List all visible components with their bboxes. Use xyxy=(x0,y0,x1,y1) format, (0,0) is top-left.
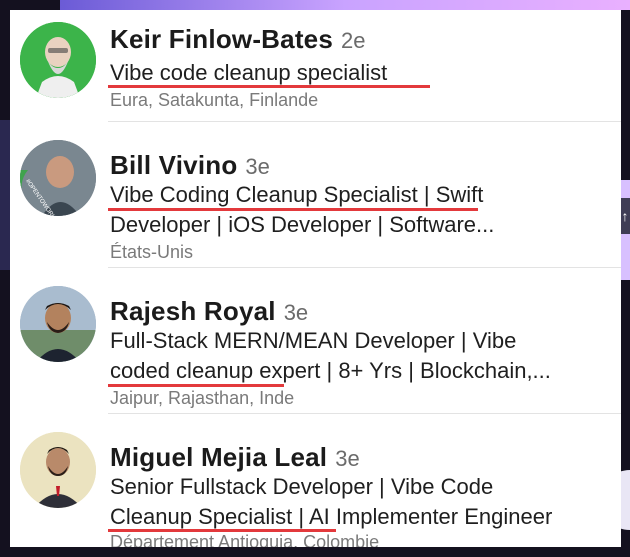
search-result-item[interactable]: Miguel Mejia Leal 3e Senior Fullstack Dev… xyxy=(10,414,621,547)
scroll-up-arrow-icon[interactable]: ↑ xyxy=(620,198,630,234)
profile-location: Eura, Satakunta, Finlande xyxy=(110,90,319,110)
red-underline-annotation xyxy=(108,384,284,387)
search-result-item[interactable]: Keir Finlow-Bates 2e Vibe code cleanup sp… xyxy=(10,10,621,122)
profile-name[interactable]: Miguel Mejia Leal xyxy=(110,442,327,472)
profile-headline-line: Cleanup Specialist | AI Implementer Engi… xyxy=(110,504,553,529)
profile-name[interactable]: Keir Finlow-Bates xyxy=(110,24,333,54)
avatar[interactable]: #OPENTOWORK xyxy=(20,140,96,216)
avatar[interactable] xyxy=(20,432,96,508)
profile-headline-line: Developer | iOS Developer | Software... xyxy=(110,212,495,237)
profile-location: Département Antioquia, Colombie xyxy=(110,532,380,547)
man-open-to-work-avatar: #OPENTOWORK xyxy=(20,140,96,216)
bearded-man-green-avatar xyxy=(20,22,96,98)
profile-name[interactable]: Bill Vivino xyxy=(110,150,237,180)
man-suit-avatar xyxy=(20,432,96,508)
profile-headline-line: Full-Stack MERN/MEAN Developer | Vibe xyxy=(110,328,517,353)
profile-headline-line: Vibe Coding Cleanup Specialist | Swift xyxy=(110,182,484,207)
connection-degree: 3e xyxy=(245,154,270,179)
search-result-item[interactable]: #OPENTOWORK Bill Vivino 3e Vibe Coding Cl… xyxy=(10,122,621,268)
search-results-card: Keir Finlow-Bates 2e Vibe code cleanup sp… xyxy=(10,10,621,547)
background-glow-top xyxy=(60,0,630,10)
profile-location: États-Unis xyxy=(110,242,194,262)
connection-degree: 3e xyxy=(283,300,309,325)
avatar[interactable] xyxy=(20,286,96,362)
search-result-item[interactable]: Rajesh Royal 3e Full-Stack MERN/MEAN Deve… xyxy=(10,268,621,414)
connection-degree: 2e xyxy=(341,28,366,53)
profile-headline-line: Senior Fullstack Developer | Vibe Code xyxy=(110,474,494,499)
profile-headline-line: coded cleanup expert | 8+ Yrs | Blockcha… xyxy=(110,358,551,383)
man-outdoor-avatar xyxy=(20,286,96,362)
profile-location: Jaipur, Rajasthan, Inde xyxy=(110,388,295,408)
connection-degree: 3e xyxy=(335,446,360,471)
avatar[interactable] xyxy=(20,22,96,98)
profile-headline-line: Vibe code cleanup specialist xyxy=(110,60,388,85)
background-glow-left xyxy=(0,120,10,270)
red-underline-annotation xyxy=(108,208,478,211)
red-underline-annotation xyxy=(108,85,430,88)
profile-name[interactable]: Rajesh Royal xyxy=(110,296,276,326)
